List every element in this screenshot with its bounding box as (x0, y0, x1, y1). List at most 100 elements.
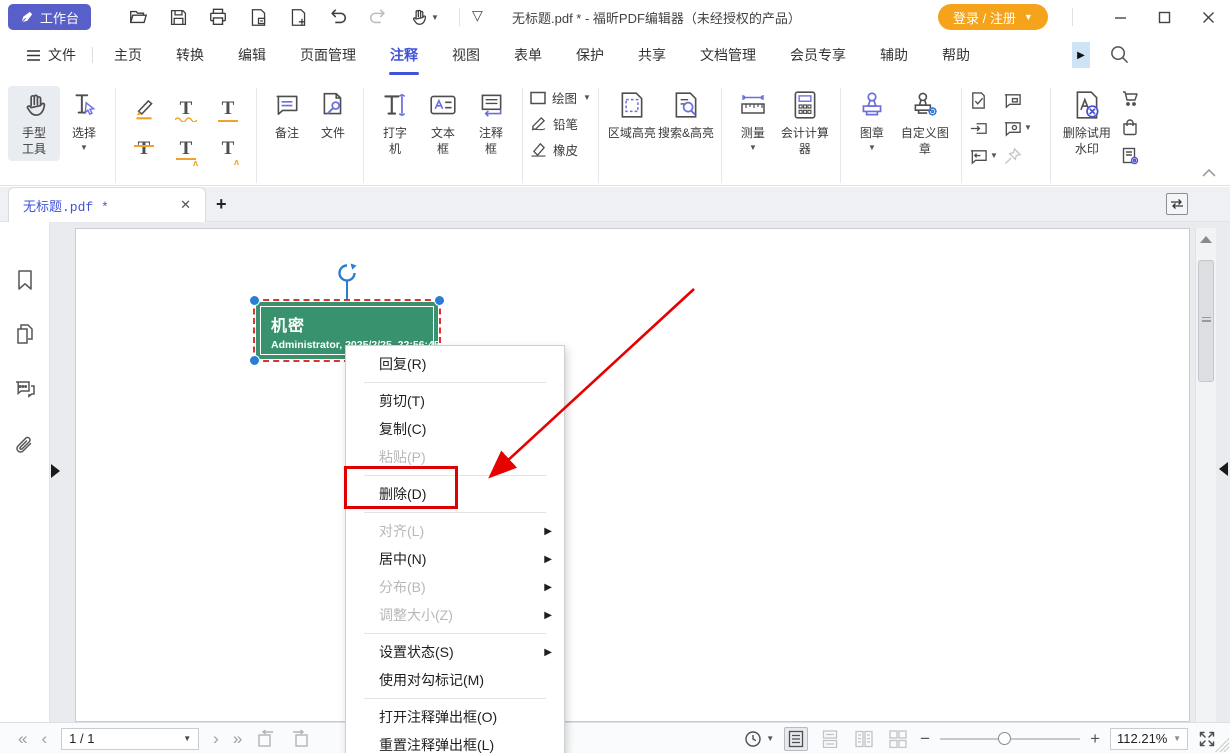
single-page-view-icon[interactable] (784, 727, 808, 751)
next-view-icon[interactable] (290, 729, 310, 749)
context-menu-item-paste[interactable]: 粘贴(P) (346, 443, 564, 471)
eraser-button[interactable]: 橡皮 (530, 140, 591, 159)
zoom-slider-handle[interactable] (998, 732, 1011, 745)
shopping-bag-icon[interactable] (1120, 117, 1140, 137)
redo-icon[interactable] (368, 7, 388, 27)
license-doc-icon[interactable] (1120, 146, 1140, 166)
context-menu-item-resize[interactable]: 调整大小(Z)▶ (346, 601, 564, 629)
maximize-button[interactable] (1142, 0, 1186, 34)
pin-comment-icon[interactable] (1003, 147, 1043, 166)
last-page-icon[interactable]: » (233, 730, 242, 747)
zoom-slider[interactable] (940, 738, 1080, 740)
auto-scroll-dropdown[interactable]: ▼ (744, 730, 774, 748)
comment-reply-icon[interactable]: ▼ (969, 147, 1003, 166)
note-button[interactable]: 备注 (264, 86, 310, 146)
workspace-button[interactable]: 工作台 (8, 4, 91, 30)
tab-edit[interactable]: 编辑 (221, 35, 283, 75)
tab-page-management[interactable]: 页面管理 (283, 35, 373, 75)
resize-grip-icon[interactable] (1215, 738, 1229, 752)
expand-left-panel-icon[interactable] (51, 464, 60, 478)
tab-accessibility[interactable]: 辅助 (863, 35, 925, 75)
zoom-level-dropdown[interactable]: 112.21% ▼ (1110, 728, 1188, 750)
custom-stamp-button[interactable]: 自定义图章 (896, 86, 954, 161)
pencil-button[interactable]: 铅笔 (530, 114, 591, 133)
tab-member-exclusive[interactable]: 会员专享 (773, 35, 863, 75)
zoom-in-icon[interactable]: + (1090, 730, 1100, 747)
tab-view[interactable]: 视图 (435, 35, 497, 75)
resize-handle-sw[interactable] (249, 355, 260, 366)
next-page-icon[interactable]: › (213, 730, 219, 747)
tab-home[interactable]: 主页 (97, 35, 159, 75)
scrollbar-thumb[interactable] (1198, 260, 1214, 382)
callout-button[interactable]: 注释框 (467, 86, 515, 161)
highlight-text-icon[interactable] (128, 93, 160, 123)
pdf-page[interactable] (75, 228, 1190, 722)
previous-page-icon[interactable]: ‹ (41, 730, 47, 747)
squiggly-underline-icon[interactable]: T (170, 93, 202, 123)
area-highlight-button[interactable]: 区域高亮 (606, 86, 658, 146)
context-menu-item-reset-popup[interactable]: 重置注释弹出框(L) (346, 731, 564, 753)
context-menu-item-align[interactable]: 对齐(L)▶ (346, 517, 564, 545)
textbox-button[interactable]: 文本框 (419, 86, 467, 161)
annotation-summary-icon[interactable] (969, 91, 1003, 110)
typewriter-button[interactable]: 打字机 (371, 86, 419, 161)
import-comments-icon[interactable] (969, 119, 1003, 138)
tab-form[interactable]: 表单 (497, 35, 559, 75)
context-menu-item-cut[interactable]: 剪切(T) (346, 387, 564, 415)
previous-view-icon[interactable] (256, 729, 276, 749)
fullscreen-icon[interactable] (1198, 730, 1216, 748)
resize-handle-nw[interactable] (249, 295, 260, 306)
ribbon-expand-arrow[interactable]: ▶ (1072, 42, 1090, 68)
undo-icon[interactable] (328, 7, 348, 27)
scroll-up-icon[interactable] (1200, 236, 1212, 243)
file-attachment-button[interactable]: 文件 (310, 86, 356, 146)
context-menu-item-open-popup[interactable]: 打开注释弹出框(O) (346, 703, 564, 731)
cart-icon[interactable] (1120, 88, 1140, 108)
login-register-button[interactable]: 登录 / 注册 ▼ (938, 4, 1048, 30)
context-menu-item-copy[interactable]: 复制(C) (346, 415, 564, 443)
page-number-dropdown[interactable]: 1 / 1 ▼ (61, 728, 199, 750)
remove-trial-watermark-button[interactable]: 删除试用水印 (1058, 86, 1116, 161)
select-tool-button[interactable]: 选择 ▼ (60, 86, 108, 156)
add-page-icon[interactable] (288, 7, 308, 27)
tab-close-icon[interactable]: ✕ (176, 195, 195, 215)
first-page-icon[interactable]: « (18, 730, 27, 747)
pages-panel-icon[interactable] (13, 322, 37, 346)
measure-button[interactable]: 测量 ▼ (729, 86, 777, 156)
collapse-toolbar-icon[interactable]: ▽ (472, 7, 483, 24)
close-button[interactable] (1186, 0, 1230, 34)
tab-document-management[interactable]: 文档管理 (683, 35, 773, 75)
context-menu-item-delete[interactable]: 删除(D) (346, 480, 564, 508)
expand-right-panel-icon[interactable] (1219, 462, 1228, 476)
hand-tool-dropdown[interactable]: ▼ (408, 7, 439, 27)
accounting-calculator-button[interactable]: 会计计算器 (777, 86, 833, 161)
continuous-view-icon[interactable] (818, 727, 842, 751)
context-menu-item-center[interactable]: 居中(N)▶ (346, 545, 564, 573)
facing-view-icon[interactable] (852, 727, 876, 751)
rotation-handle-icon[interactable] (337, 263, 357, 283)
stamp-button[interactable]: 图章 ▼ (848, 86, 896, 156)
resize-handle-ne[interactable] (434, 295, 445, 306)
replace-text-icon[interactable]: Tʌ (170, 133, 202, 163)
tab-protect[interactable]: 保护 (559, 35, 621, 75)
search-highlight-button[interactable]: 搜索&高亮 (658, 86, 714, 146)
underline-text-icon[interactable]: T (212, 93, 244, 123)
facing-continuous-view-icon[interactable] (886, 727, 910, 751)
open-file-icon[interactable] (128, 7, 148, 27)
tab-help[interactable]: 帮助 (925, 35, 987, 75)
tab-share[interactable]: 共享 (621, 35, 683, 75)
drawing-button[interactable]: 绘图 ▼ (530, 88, 591, 107)
strikethrough-text-icon[interactable]: T (128, 133, 160, 163)
vertical-scrollbar[interactable] (1195, 228, 1216, 722)
comments-panel-icon[interactable] (13, 377, 37, 401)
save-icon[interactable] (168, 7, 188, 27)
tab-comment[interactable]: 注释 (373, 35, 435, 75)
insert-text-icon[interactable]: Tʌ (212, 133, 244, 163)
context-menu-item-distribute[interactable]: 分布(B)▶ (346, 573, 564, 601)
file-menu[interactable]: 文件 (26, 45, 92, 65)
bookmarks-panel-icon[interactable] (13, 268, 37, 292)
collapse-ribbon-icon[interactable] (1202, 168, 1216, 177)
print-icon[interactable] (208, 7, 228, 27)
context-menu-item-reply[interactable]: 回复(R) (346, 350, 564, 378)
new-tab-icon[interactable]: + (216, 194, 227, 215)
